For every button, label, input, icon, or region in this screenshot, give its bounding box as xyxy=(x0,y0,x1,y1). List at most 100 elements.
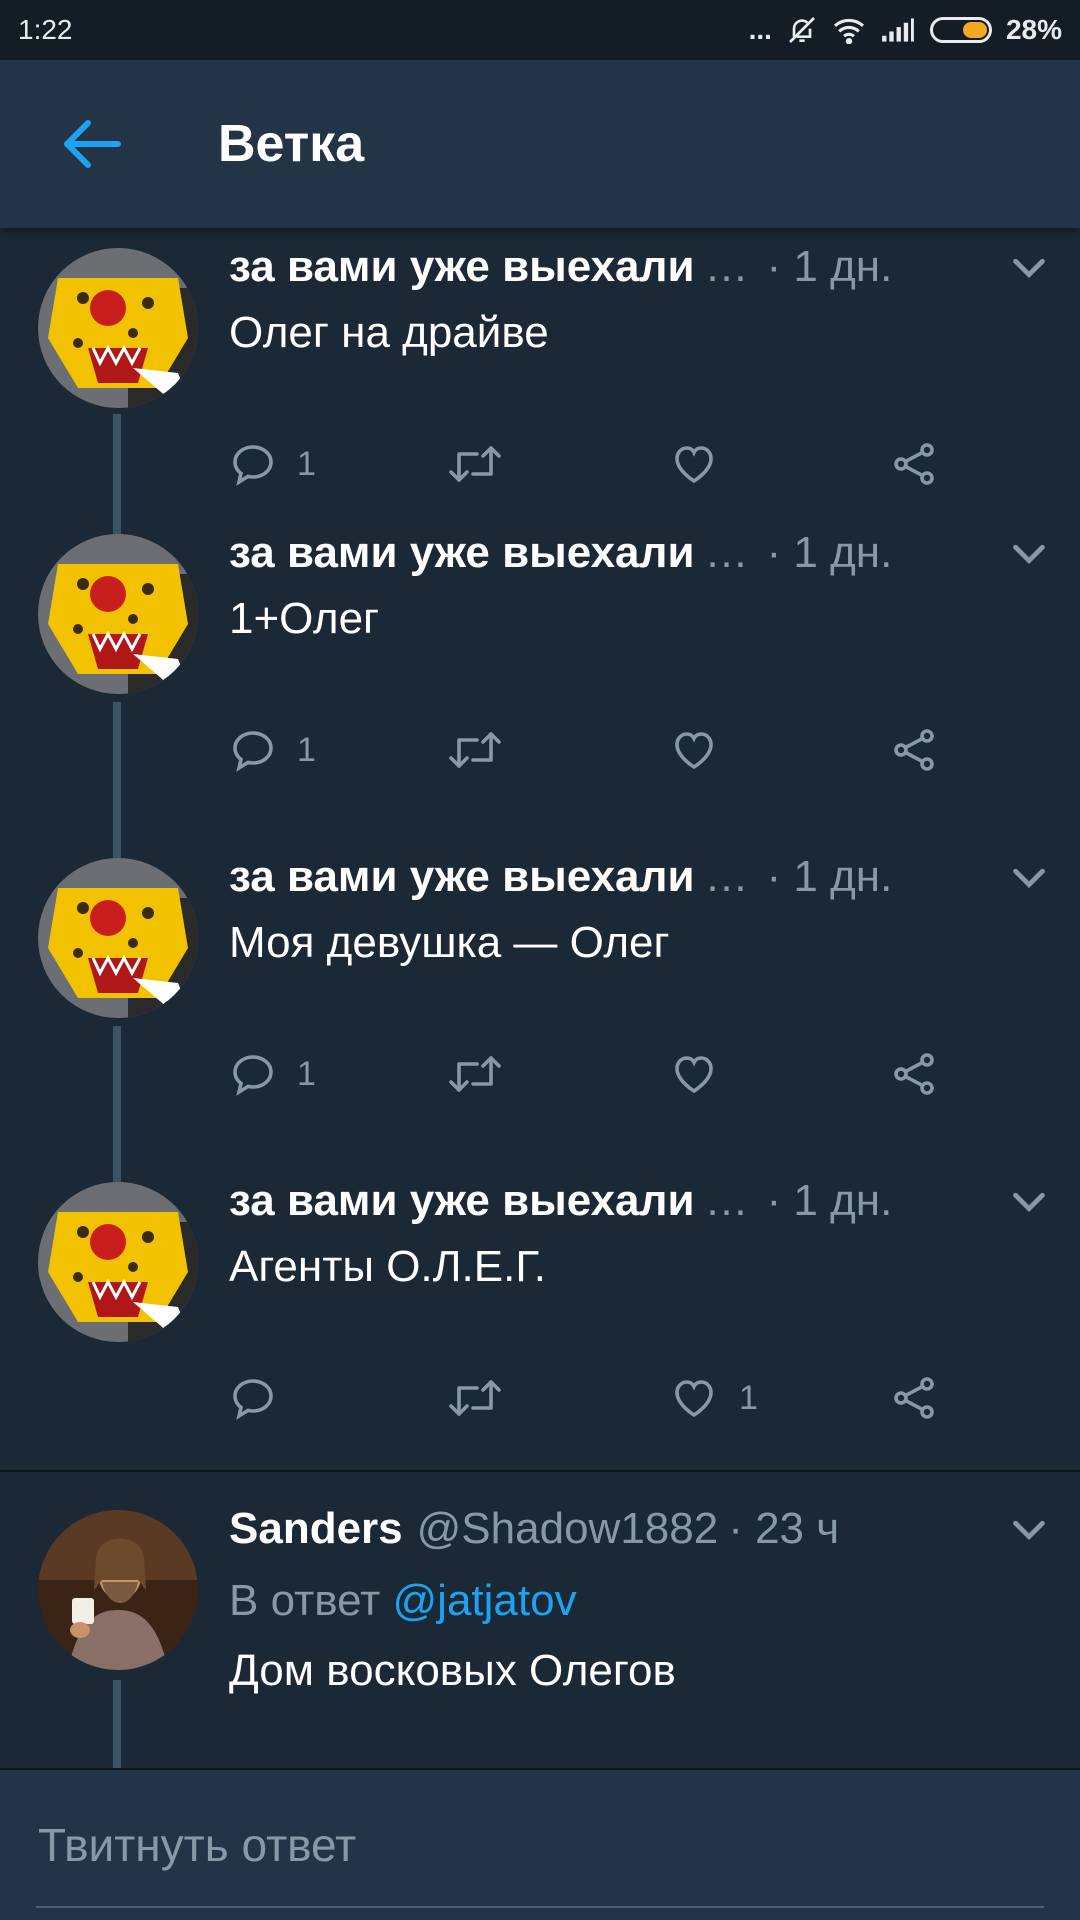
reply-button[interactable]: 1 xyxy=(229,434,316,494)
battery-icon xyxy=(929,17,992,43)
author-name[interactable]: Sanders xyxy=(229,1504,403,1554)
reply-count: 1 xyxy=(297,444,316,483)
tweet-time: · 23 ч xyxy=(728,1504,840,1553)
reply-button[interactable]: 1 xyxy=(229,1044,316,1104)
share-icon xyxy=(894,1377,934,1419)
tweet-text: 1+Олег xyxy=(229,594,380,643)
reply-icon xyxy=(233,445,273,486)
reply-icon xyxy=(233,731,273,772)
avatar[interactable] xyxy=(38,1182,198,1342)
retweet-button[interactable] xyxy=(447,1044,523,1104)
share-icon xyxy=(894,1053,934,1095)
tweet-header: за вами уже выехали … · 1 дн. xyxy=(229,1176,1050,1226)
retweet-button[interactable] xyxy=(447,1368,523,1428)
tweet-header: за вами уже выехали … · 1 дн. xyxy=(229,852,1050,902)
tweet-text: Моя девушка — Олег xyxy=(229,918,670,967)
retweet-icon xyxy=(449,1056,501,1092)
retweet-icon xyxy=(449,732,501,768)
retweet-icon xyxy=(449,446,501,482)
heart-icon xyxy=(675,1056,713,1094)
share-button[interactable] xyxy=(891,1044,939,1104)
author-handle[interactable]: @Shadow1882 xyxy=(417,1504,719,1554)
reply-icon xyxy=(233,1055,273,1096)
chevron-down-icon[interactable] xyxy=(1006,1178,1052,1224)
reply-button[interactable] xyxy=(229,1368,297,1428)
like-button[interactable] xyxy=(669,1044,739,1104)
retweet-icon xyxy=(449,1380,501,1416)
tweet-card[interactable]: Sanders @Shadow1882 · 23 ч В ответ @jatj… xyxy=(0,1504,1080,1768)
tweet-card[interactable]: за вами уже выехали … · 1 дн. Моя девушк… xyxy=(0,852,1080,1182)
reply-input[interactable] xyxy=(36,1804,1050,1886)
wifi-icon xyxy=(833,18,864,44)
retweet-button[interactable] xyxy=(447,720,523,780)
tweet-text: Дом восковых Олегов xyxy=(229,1646,676,1695)
thread-feed[interactable]: за вами уже выехали … · 1 дн. Олег на др… xyxy=(0,228,1080,1768)
mute-icon xyxy=(789,17,815,43)
share-button[interactable] xyxy=(891,1368,939,1428)
status-icons: ... 28% xyxy=(749,14,1062,46)
tweet-actions: 1 xyxy=(229,1044,969,1104)
author-name[interactable]: за вами уже выехали xyxy=(229,852,695,902)
tweet-header: Sanders @Shadow1882 · 23 ч xyxy=(229,1504,1050,1554)
arrow-left-icon xyxy=(64,120,121,168)
thread-line xyxy=(113,1026,121,1182)
tweet-time: · 1 дн. xyxy=(766,242,893,291)
reply-prefix: В ответ xyxy=(229,1576,381,1625)
chevron-down-icon[interactable] xyxy=(1006,1506,1052,1552)
chevron-down-icon[interactable] xyxy=(1006,244,1052,290)
name-ellipsis: … xyxy=(704,242,749,291)
tweet-time: · 1 дн. xyxy=(766,528,893,577)
like-button[interactable]: 1 xyxy=(669,1368,758,1428)
thread-divider xyxy=(0,1470,1080,1472)
chevron-down-icon[interactable] xyxy=(1006,530,1052,576)
tweet-header: за вами уже выехали … · 1 дн. xyxy=(229,528,1050,578)
thread-line xyxy=(113,1680,121,1768)
page-title: Ветка xyxy=(218,115,365,173)
name-ellipsis: … xyxy=(704,528,749,577)
name-ellipsis: … xyxy=(704,1176,749,1225)
tweet-text: Агенты О.Л.Е.Г. xyxy=(229,1242,547,1291)
tweet-actions: 1 xyxy=(229,434,969,494)
tweet-card[interactable]: за вами уже выехали … · 1 дн. 1+Олег 1 xyxy=(0,528,1080,858)
share-button[interactable] xyxy=(891,434,939,494)
avatar[interactable] xyxy=(38,858,198,1018)
signal-icon xyxy=(882,18,914,42)
tweet-header: за вами уже выехали … · 1 дн. xyxy=(229,242,1050,292)
name-ellipsis: … xyxy=(704,852,749,901)
tweet-text: Олег на драйве xyxy=(229,308,549,357)
status-dots: ... xyxy=(748,14,772,45)
heart-icon xyxy=(675,732,713,770)
share-button[interactable] xyxy=(891,720,939,780)
input-underline xyxy=(36,1906,1044,1908)
heart-icon xyxy=(675,1380,713,1418)
status-time: 1:22 xyxy=(18,14,73,45)
avatar[interactable] xyxy=(38,534,198,694)
battery-percent: 28% xyxy=(1005,14,1062,45)
like-button[interactable] xyxy=(669,720,739,780)
reply-context: В ответ @jatjatov xyxy=(229,1576,577,1626)
avatar[interactable] xyxy=(38,1510,198,1670)
tweet-card[interactable]: за вами уже выехали … · 1 дн. Олег на др… xyxy=(0,228,1080,574)
avatar[interactable] xyxy=(38,248,198,408)
reply-icon xyxy=(233,1379,273,1420)
author-name[interactable]: за вами уже выехали xyxy=(229,242,695,292)
retweet-button[interactable] xyxy=(447,434,523,494)
status-bar: 1:22 ... 28% xyxy=(0,0,1080,60)
chevron-down-icon[interactable] xyxy=(1006,854,1052,900)
like-count: 1 xyxy=(739,1378,758,1417)
reply-count: 1 xyxy=(297,1054,316,1093)
share-icon xyxy=(894,443,934,485)
like-button[interactable] xyxy=(669,434,739,494)
heart-icon xyxy=(675,446,713,484)
author-name[interactable]: за вами уже выехали xyxy=(229,1176,695,1226)
thread-line xyxy=(113,702,121,858)
back-button[interactable] xyxy=(52,104,132,184)
compose-bar xyxy=(0,1768,1080,1920)
reply-count: 1 xyxy=(297,730,316,769)
author-name[interactable]: за вами уже выехали xyxy=(229,528,695,578)
app-header: Ветка xyxy=(0,60,1080,228)
tweet-card[interactable]: за вами уже выехали … · 1 дн. Агенты О.Л… xyxy=(0,1176,1080,1502)
reply-mention-link[interactable]: @jatjatov xyxy=(393,1576,577,1625)
reply-button[interactable]: 1 xyxy=(229,720,316,780)
tweet-time: · 1 дн. xyxy=(766,1176,893,1225)
